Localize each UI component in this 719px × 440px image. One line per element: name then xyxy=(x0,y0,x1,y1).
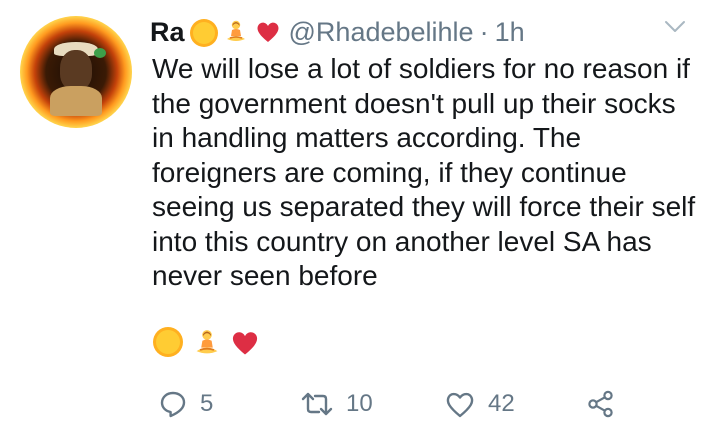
sun-emoji-icon xyxy=(154,328,184,358)
tweet-actions: 5 10 42 xyxy=(158,386,616,422)
user-handle[interactable]: @Rhadebelihle xyxy=(289,14,474,50)
person-lotus-emoji-icon xyxy=(192,328,222,358)
like-button[interactable]: 42 xyxy=(444,389,586,419)
timestamp[interactable]: 1h xyxy=(495,14,525,50)
reply-count: 5 xyxy=(200,390,214,417)
person-lotus-emoji-icon xyxy=(223,19,249,45)
like-count: 42 xyxy=(488,390,515,417)
tweet-header: Ra @Rhadebelihle · 1h xyxy=(150,14,525,50)
avatar-face xyxy=(60,50,92,90)
retweet-count: 10 xyxy=(346,390,373,417)
sun-emoji-icon xyxy=(191,19,217,45)
reply-button[interactable]: 5 xyxy=(158,389,300,419)
avatar[interactable] xyxy=(20,16,132,128)
chevron-down-icon[interactable] xyxy=(664,20,686,34)
red-heart-emoji-icon xyxy=(230,328,260,358)
share-button[interactable] xyxy=(586,389,616,419)
share-icon xyxy=(586,389,616,419)
display-name[interactable]: Ra xyxy=(150,14,185,50)
avatar-body xyxy=(50,86,102,116)
retweet-icon xyxy=(300,389,334,419)
retweet-button[interactable]: 10 xyxy=(300,389,444,419)
separator-dot: · xyxy=(479,17,489,47)
reply-icon xyxy=(158,389,188,419)
tweet-emoji-row xyxy=(154,327,268,359)
tweet-text: We will lose a lot of soldiers for no re… xyxy=(152,53,696,291)
heart-outline-icon xyxy=(444,389,476,419)
red-heart-emoji-icon xyxy=(255,19,281,45)
avatar-bird xyxy=(94,48,106,58)
